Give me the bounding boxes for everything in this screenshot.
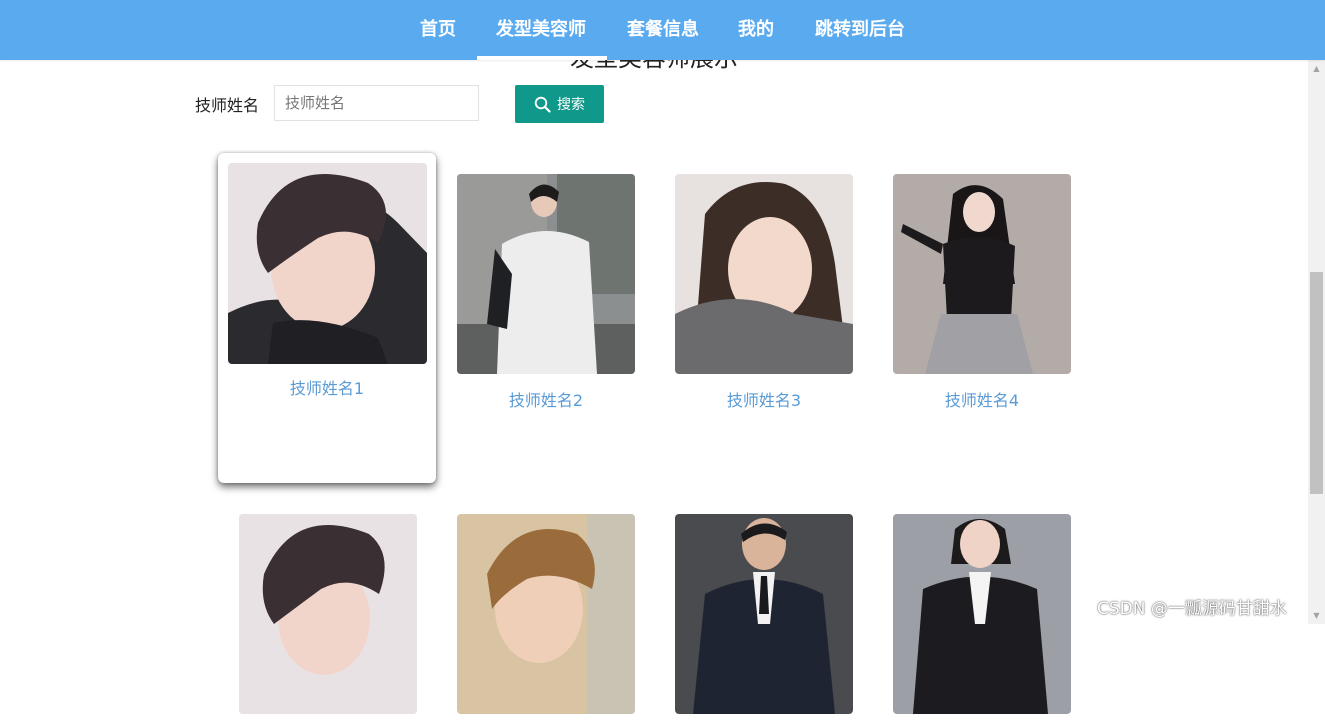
stylist-photo[interactable] <box>227 163 427 364</box>
stylist-photo[interactable] <box>893 514 1071 714</box>
nav-item-packages[interactable]: 套餐信息 <box>627 0 699 60</box>
nav-item-stylists[interactable]: 发型美容师 <box>496 0 586 60</box>
stylist-card[interactable] <box>457 514 635 727</box>
nav-item-admin[interactable]: 跳转到后台 <box>815 0 905 60</box>
stylist-card[interactable]: 技师姓名1 <box>218 153 436 483</box>
scrollbar-thumb[interactable] <box>1310 272 1323 494</box>
stylist-card[interactable] <box>893 514 1071 727</box>
watermark: CSDN @一瓢源码甘甜水 <box>1097 599 1287 619</box>
stylist-name[interactable]: 技师姓名2 <box>457 387 635 411</box>
stylist-name[interactable]: 技师姓名3 <box>675 387 853 411</box>
search-button-label: 搜索 <box>557 97 585 113</box>
stylist-card[interactable] <box>675 514 853 727</box>
top-navbar: 首页 发型美容师 套餐信息 我的 跳转到后台 <box>0 0 1325 60</box>
stylist-photo[interactable] <box>893 174 1071 374</box>
search-label: 技师姓名 <box>195 96 260 115</box>
search-icon <box>534 96 551 113</box>
scroll-up-icon[interactable]: ▲ <box>1308 60 1325 77</box>
stylist-photo[interactable] <box>675 174 853 374</box>
nav-active-indicator <box>477 56 607 60</box>
stylist-card[interactable]: 技师姓名3 <box>675 174 853 411</box>
stylist-photo[interactable] <box>239 514 417 714</box>
stylist-photo[interactable] <box>457 514 635 714</box>
stylist-name[interactable]: 技师姓名4 <box>893 387 1071 411</box>
search-input[interactable] <box>274 85 479 121</box>
nav-item-home[interactable]: 首页 <box>420 0 456 60</box>
stylist-photo[interactable] <box>675 514 853 714</box>
stylist-card[interactable] <box>239 514 417 727</box>
stylist-card[interactable]: 技师姓名2 <box>457 174 635 411</box>
stylist-card[interactable]: 技师姓名4 <box>893 174 1071 411</box>
scroll-down-icon[interactable]: ▼ <box>1308 607 1325 624</box>
search-button[interactable]: 搜索 <box>515 85 604 123</box>
nav-item-mine[interactable]: 我的 <box>738 0 774 60</box>
stylist-name[interactable]: 技师姓名1 <box>218 375 436 399</box>
stylist-photo[interactable] <box>457 174 635 374</box>
